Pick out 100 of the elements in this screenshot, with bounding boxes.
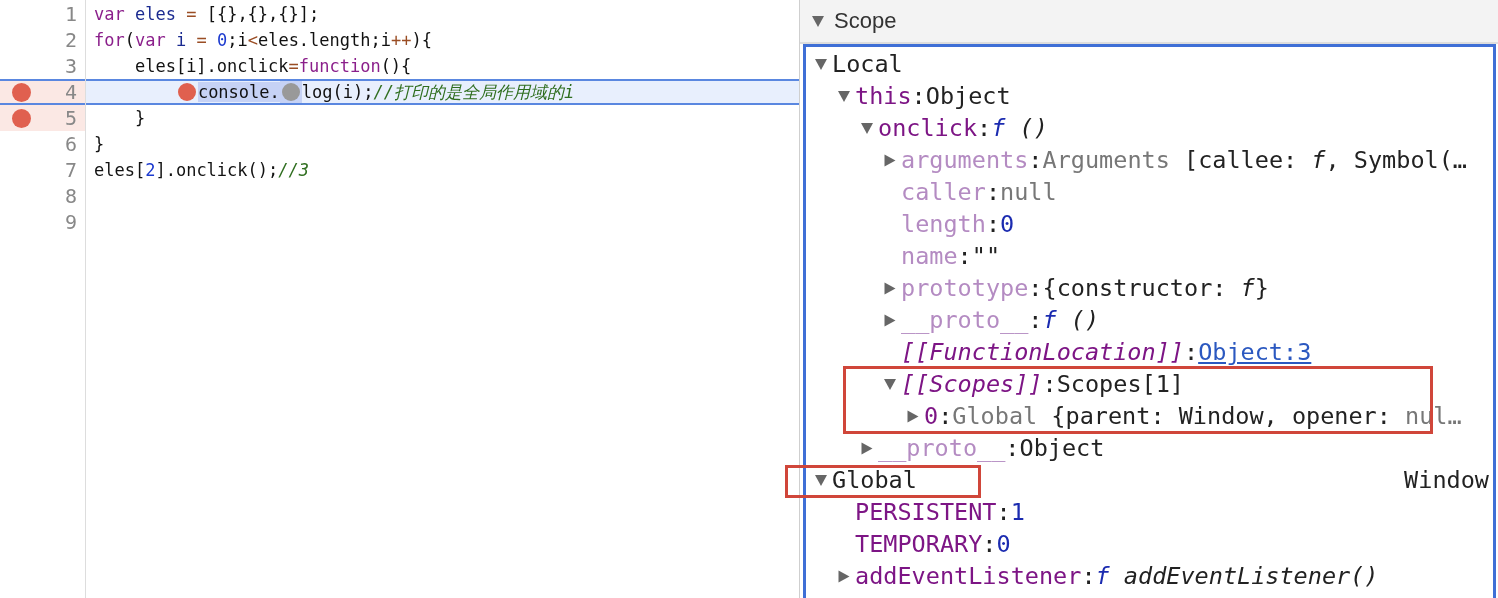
separator: : [1081,562,1096,590]
code-token: } [134,108,146,128]
code-token: = [196,30,207,50]
property-name: name [901,242,958,270]
property-name: length [901,210,986,238]
disclosure-triangle-icon[interactable] [838,570,850,582]
disclosure-triangle-icon[interactable] [907,410,919,422]
property-name: arguments [901,146,1029,174]
property-value: [callee: [1184,146,1299,174]
property-value: Scopes[1] [1056,370,1184,398]
code-token: var [94,4,125,24]
line-number: 9 [63,210,78,234]
property-value: 1 [1010,498,1025,526]
property-value: {constructor: [1042,274,1228,302]
source-link[interactable]: Object:3 [1198,338,1312,366]
disclosure-triangle-icon[interactable] [812,15,824,27]
property-name: [[FunctionLocation]] [901,338,1184,366]
inline-breakpoint-marker[interactable] [177,83,196,101]
disclosure-triangle-icon[interactable] [838,90,850,102]
property-value: f [1042,306,1057,334]
separator: : [911,82,926,110]
property-value: f [991,114,1006,142]
property-value: null [1000,178,1057,206]
separator: : [957,242,972,270]
disclosure-triangle-icon[interactable] [861,442,873,454]
code-token: function [298,56,381,76]
line-number: 2 [63,28,78,52]
property-value: () [1070,306,1100,334]
separator: : [985,178,1001,206]
separator: : [938,402,953,430]
code-token: eles[ [94,160,146,180]
breakpoint-marker[interactable] [12,108,31,128]
inline-breakpoint-marker[interactable] [281,83,300,101]
line-number: 3 [63,54,78,78]
breakpoint-marker[interactable] [12,82,31,102]
property-value: , Symbol(… [1325,146,1467,174]
disclosure-triangle-icon[interactable] [884,154,896,166]
property-value: 0 [1000,210,1015,238]
property-name: prototype [901,274,1029,302]
property-name: Global [832,466,917,494]
code-token: //打印的是全局作用域的i [373,80,575,104]
property-value: 0 [996,530,1011,558]
property-value: Arguments [1042,146,1170,174]
code-token: ].onclick(); [155,160,279,180]
line-number: 8 [63,184,78,208]
property-name: this [855,82,912,110]
property-value: Object [1019,434,1105,462]
separator: : [1028,306,1043,334]
separator: : [1005,434,1020,462]
code-token: [{},{},{}]; [206,4,320,24]
property-value: f [1240,274,1255,302]
property-name: addEventListener [855,562,1082,590]
property-name: __proto__ [878,434,1006,462]
property-value: "" [971,242,1001,270]
disclosure-triangle-icon[interactable] [884,314,896,326]
section-header[interactable]: Scope [800,0,1498,44]
separator: : [1183,338,1199,366]
code-token: (){ [380,56,412,76]
separator: : [977,114,992,142]
disclosure-triangle-icon[interactable] [861,122,873,134]
property-name: 0 [924,402,939,430]
line-number: 4 [63,80,78,104]
code-token: = [186,4,197,24]
property-value: Global [952,402,1038,430]
code-token: < [247,30,258,50]
line-number: 6 [63,132,78,156]
disclosure-triangle-icon[interactable] [884,282,896,294]
code-token: console. [197,82,280,102]
separator: : [1028,146,1043,174]
section-title: Scope [834,8,897,34]
property-value: f [1311,146,1326,174]
code-token: i [175,30,187,50]
property-value: } [1254,274,1269,302]
property-name: [[Scopes]] [901,370,1043,398]
code-token: //3 [278,160,309,180]
separator: : [982,530,997,558]
code-token: ( [124,30,135,50]
code-token: eles [134,4,176,24]
property-name: caller [901,178,986,206]
disclosure-triangle-icon[interactable] [815,474,827,486]
property-name: Local [832,50,903,78]
disclosure-triangle-icon[interactable] [815,58,827,70]
separator: : [996,498,1011,526]
property-name: __proto__ [901,306,1029,334]
property-name: PERSISTENT [855,498,997,526]
property-value: Object [925,82,1011,110]
code-token: 2 [145,160,156,180]
disclosure-triangle-icon[interactable] [884,378,896,390]
code-token: eles.length;i [257,30,391,50]
scope-summary: Window [1404,466,1490,494]
line-number: 7 [63,158,78,182]
code-token: = [288,56,299,76]
property-name: TEMPORARY [855,530,983,558]
line-number: 1 [63,2,78,26]
line-number: 5 [63,106,78,130]
code-token: for [94,30,125,50]
property-value: addEventListener() [1123,562,1379,590]
code-token: } [94,134,105,154]
separator: : [1042,370,1057,398]
code-token: var [134,30,166,50]
